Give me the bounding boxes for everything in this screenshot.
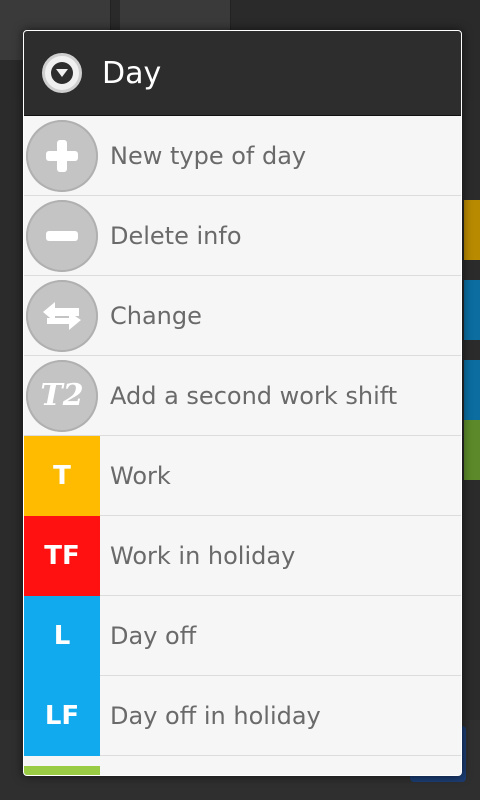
day-dialog: Day New type of day Delete info Change T… <box>23 30 462 776</box>
day-type-badge: LF <box>24 675 100 756</box>
minus-icon <box>26 199 98 272</box>
menu-item-label: Day off in holiday <box>110 701 321 730</box>
plus-icon <box>26 119 98 192</box>
menu-item-day-off-in-holiday[interactable]: LF Day off in holiday <box>24 675 461 756</box>
day-type-badge: T <box>24 435 100 516</box>
menu-item-change[interactable]: Change <box>24 276 461 356</box>
background-chip <box>464 200 480 260</box>
swap-arrows-icon <box>26 279 98 352</box>
menu-item-label: New type of day <box>110 141 307 170</box>
menu-item-label: Change <box>110 301 202 330</box>
dialog-header: Day <box>24 31 461 116</box>
menu-item-work[interactable]: T Work <box>24 435 461 516</box>
menu-item-label: Delete info <box>110 221 242 250</box>
day-type-badge: L <box>24 595 100 676</box>
menu-item-day-off[interactable]: L Day off <box>24 595 461 676</box>
menu-item-label: Day off <box>110 621 197 650</box>
dialog-title: Day <box>102 55 162 91</box>
background-chip <box>464 360 480 420</box>
t2-icon: T2 <box>26 359 98 432</box>
menu-item-delete-info[interactable]: Delete info <box>24 196 461 276</box>
dropdown-circle-icon <box>42 53 82 93</box>
background-chip <box>464 280 480 340</box>
menu-item-add-second-shift[interactable]: T2 Add a second work shift <box>24 356 461 436</box>
menu-item-label: Add a second work shift <box>110 381 398 410</box>
day-type-badge <box>24 766 100 775</box>
menu-item-partial[interactable] <box>24 756 461 775</box>
menu-item-new-type-of-day[interactable]: New type of day <box>24 116 461 196</box>
menu-item-work-in-holiday[interactable]: TF Work in holiday <box>24 515 461 596</box>
menu-item-label: Work in holiday <box>110 541 296 570</box>
day-type-badge: TF <box>24 515 100 596</box>
menu-item-label: Work <box>110 461 171 490</box>
background-chip <box>464 420 480 480</box>
